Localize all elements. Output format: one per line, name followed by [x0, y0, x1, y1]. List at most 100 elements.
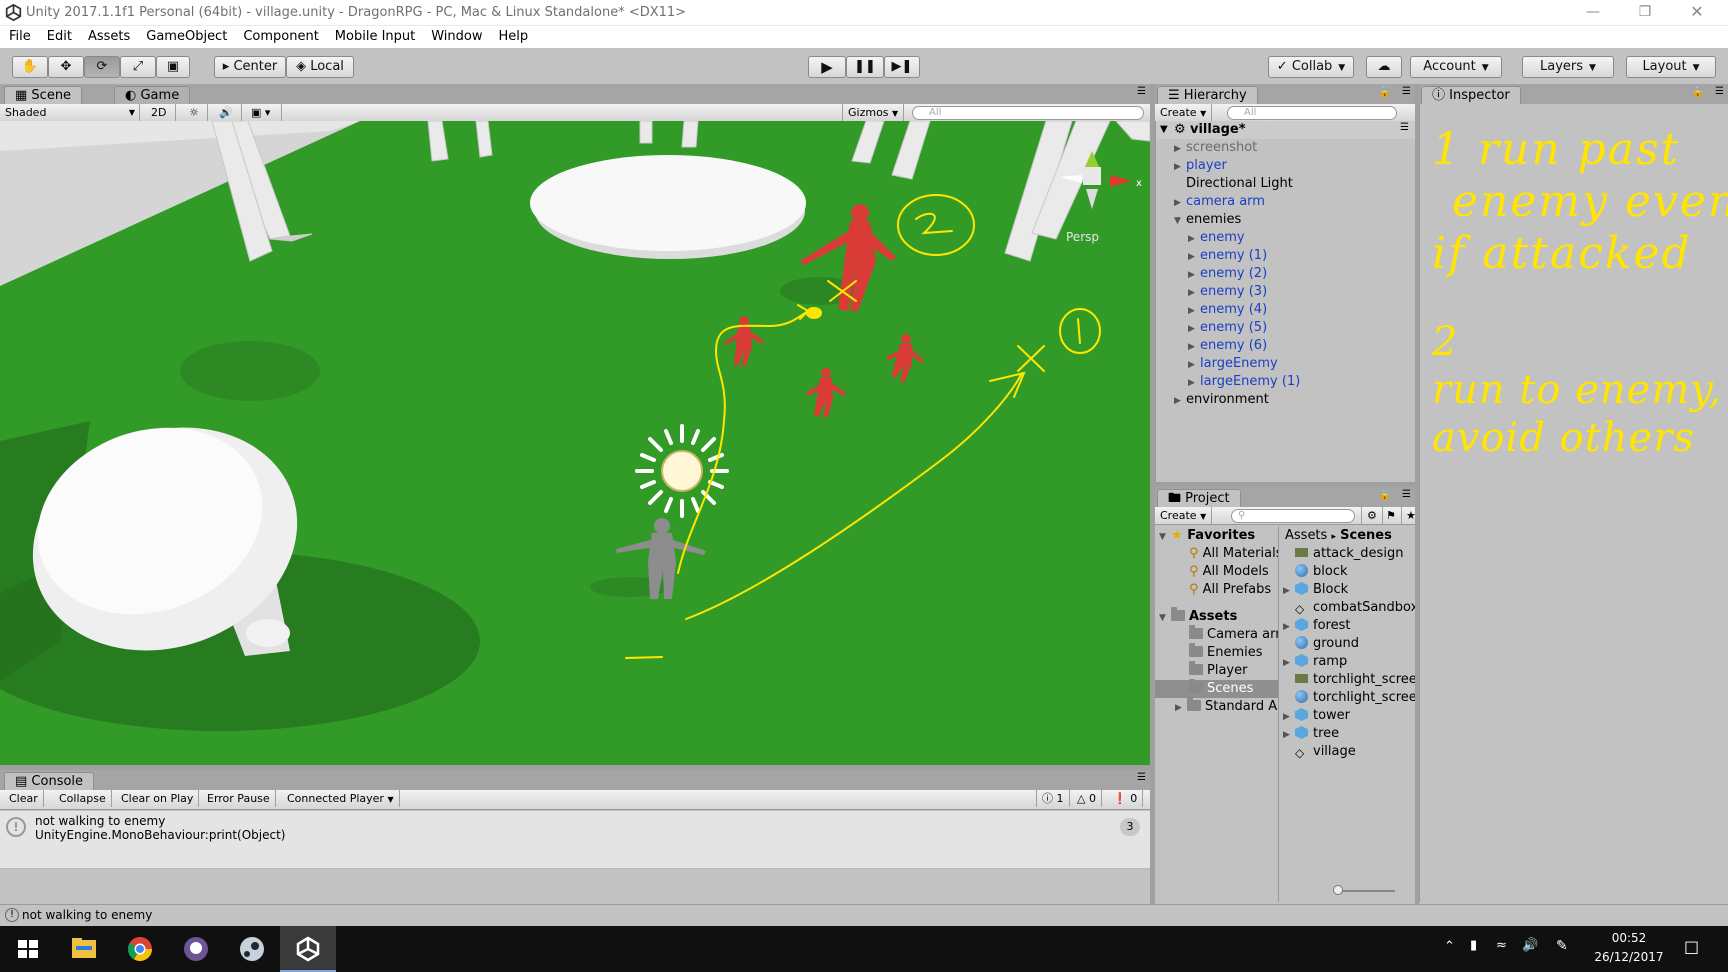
shading-dropdown[interactable]: Shaded ▼: [0, 104, 140, 121]
menu-mobile-input[interactable]: Mobile Input: [326, 26, 422, 44]
expand-arrow-icon[interactable]: ▶: [1283, 726, 1295, 744]
tab-game[interactable]: ◐ Game: [114, 86, 191, 104]
clock-date[interactable]: 26/12/2017: [1592, 950, 1666, 964]
project-file-item[interactable]: ◇ combatSandbox: [1283, 599, 1415, 617]
expand-arrow-icon[interactable]: ▶: [1283, 582, 1295, 600]
collapse-arrow-icon[interactable]: ▶: [1174, 194, 1186, 212]
menu-file[interactable]: File: [0, 26, 38, 44]
hierarchy-item[interactable]: ▶ enemy (5): [1188, 319, 1267, 337]
step-button[interactable]: ▶❚: [884, 56, 920, 78]
hierarchy-item[interactable]: ▶ environment: [1174, 391, 1269, 409]
console-clear-button[interactable]: Clear: [4, 790, 44, 807]
panel-splitter-horizontal[interactable]: [1155, 482, 1415, 487]
tab-console[interactable]: ▤ Console: [4, 772, 95, 790]
menu-gameobject[interactable]: GameObject: [137, 26, 234, 44]
icon-size-slider[interactable]: [1335, 890, 1395, 892]
rect-tool-icon[interactable]: ▣: [156, 56, 190, 78]
hierarchy-item[interactable]: ▶ camera arm: [1174, 193, 1265, 211]
scene-menu-icon[interactable]: ☰: [1400, 122, 1409, 133]
favorite-all-models[interactable]: ⚲ All Models: [1189, 563, 1269, 581]
hierarchy-item[interactable]: ▶ enemy (1): [1188, 247, 1267, 265]
inspector-menu-icon[interactable]: ☰: [1715, 86, 1724, 97]
panel-splitter-console[interactable]: [0, 765, 1150, 770]
folder-enemies[interactable]: Enemies: [1189, 643, 1263, 662]
steam-icon[interactable]: [224, 926, 280, 972]
project-search-input[interactable]: ⚲: [1231, 509, 1355, 523]
panel-splitter[interactable]: [1150, 84, 1155, 904]
collapse-arrow-icon[interactable]: ▶: [1174, 158, 1186, 176]
console-menu-icon[interactable]: ☰: [1137, 772, 1146, 783]
gizmos-dropdown[interactable]: Gizmos ▼: [842, 104, 904, 121]
project-file-item[interactable]: ground: [1283, 635, 1359, 653]
project-file-item[interactable]: ▶ tower: [1283, 707, 1350, 725]
hierarchy-item[interactable]: ▶ screenshot: [1174, 139, 1257, 157]
hierarchy-item[interactable]: ▶ enemy (4): [1188, 301, 1267, 319]
console-log-entry[interactable]: ! not walking to enemy UnityEngine.MonoB…: [0, 811, 1150, 869]
error-pause-button[interactable]: Error Pause: [202, 790, 276, 807]
hierarchy-item[interactable]: ▶ enemy: [1188, 229, 1245, 247]
volume-icon[interactable]: 🔊: [1522, 938, 1538, 953]
mode-2d-toggle[interactable]: 2D: [146, 104, 176, 121]
collapse-arrow-icon[interactable]: ▶: [1188, 356, 1200, 374]
layers-dropdown[interactable]: Layers ▼: [1522, 56, 1614, 78]
notifications-icon[interactable]: □: [1684, 937, 1699, 956]
project-file-item[interactable]: ◇ village: [1283, 743, 1356, 761]
assets-header[interactable]: ▼ Assets: [1159, 607, 1237, 626]
lock-icon[interactable]: 🔒: [1379, 87, 1391, 98]
menu-assets[interactable]: Assets: [79, 26, 137, 44]
folder-player[interactable]: Player: [1189, 661, 1247, 680]
hierarchy-item[interactable]: ▶ enemy (6): [1188, 337, 1267, 355]
tab-inspector[interactable]: ⓘ Inspector: [1421, 86, 1521, 104]
minimize-icon[interactable]: —: [1570, 0, 1616, 26]
pen-icon[interactable]: ✎: [1556, 938, 1568, 954]
project-file-item[interactable]: torchlight_screen: [1283, 671, 1415, 689]
collapse-arrow-icon[interactable]: ▶: [1188, 230, 1200, 248]
expand-arrow-icon[interactable]: ▶: [1283, 708, 1295, 726]
status-message[interactable]: not walking to enemy: [22, 908, 152, 922]
collapse-arrow-icon[interactable]: ▶: [1188, 302, 1200, 320]
clear-on-play-button[interactable]: Clear on Play: [116, 790, 200, 807]
hand-tool-icon[interactable]: ✋: [12, 56, 48, 78]
hierarchy-create-dropdown[interactable]: Create ▼: [1155, 104, 1213, 121]
project-file-item[interactable]: ▶ Block: [1283, 581, 1348, 599]
project-lock-icon[interactable]: 🔒: [1379, 490, 1391, 501]
collapse-arrow-icon[interactable]: ▶: [1188, 320, 1200, 338]
log-count-toggle[interactable]: ⓘ 1: [1036, 790, 1070, 807]
move-tool-icon[interactable]: ✥: [48, 56, 84, 78]
project-file-item[interactable]: ▶ tree: [1283, 725, 1339, 743]
folder-camera-arm[interactable]: Camera arm: [1189, 625, 1278, 644]
menu-edit[interactable]: Edit: [38, 26, 79, 44]
unity-taskbar-button[interactable]: [280, 926, 336, 972]
error-count-toggle[interactable]: ❗ 0: [1108, 790, 1144, 807]
collapse-arrow-icon[interactable]: ▶: [1188, 248, 1200, 266]
panel-menu-icon[interactable]: ☰: [1137, 86, 1146, 97]
pause-button[interactable]: ❚❚: [846, 56, 884, 78]
expand-arrow-icon[interactable]: ▶: [1283, 618, 1295, 636]
audio-toggle-icon[interactable]: 🔊: [214, 104, 242, 121]
collapse-arrow-icon[interactable]: ▶: [1188, 266, 1200, 284]
hierarchy-item[interactable]: Directional Light: [1174, 175, 1293, 193]
menu-help[interactable]: Help: [490, 26, 536, 44]
menu-component[interactable]: Component: [234, 26, 325, 44]
play-button[interactable]: ▶: [808, 56, 846, 78]
layout-dropdown[interactable]: Layout ▼: [1626, 56, 1716, 78]
scene-view[interactable]: x Persp: [0, 121, 1150, 765]
hierarchy-item[interactable]: ▶ largeEnemy: [1188, 355, 1278, 373]
rotate-tool-icon[interactable]: ⟳: [84, 56, 120, 78]
pivot-center-button[interactable]: ▸ Center: [214, 56, 286, 78]
collapse-arrow-icon[interactable]: ▶: [1188, 338, 1200, 356]
project-menu-icon[interactable]: ☰: [1402, 489, 1411, 500]
panel-splitter-inspector[interactable]: [1415, 84, 1419, 904]
effects-dropdown-icon[interactable]: ▣ ▾: [246, 104, 282, 121]
expand-arrow-icon[interactable]: ▼: [1174, 212, 1186, 230]
collapse-arrow-icon[interactable]: ▶: [1188, 374, 1200, 392]
tab-hierarchy[interactable]: ☰ Hierarchy: [1157, 86, 1258, 104]
tray-chevron-icon[interactable]: ⌃: [1444, 939, 1455, 954]
breadcrumb-scenes[interactable]: Scenes: [1340, 528, 1392, 543]
scene-viewport[interactable]: x Persp: [0, 121, 1150, 765]
hierarchy-item[interactable]: ▶ largeEnemy (1): [1188, 373, 1300, 391]
cloud-icon[interactable]: ☁: [1366, 56, 1402, 78]
lighting-toggle-icon[interactable]: ☼: [184, 104, 208, 121]
chrome-icon[interactable]: [112, 926, 168, 972]
favorite-all-prefabs[interactable]: ⚲ All Prefabs: [1189, 581, 1271, 599]
